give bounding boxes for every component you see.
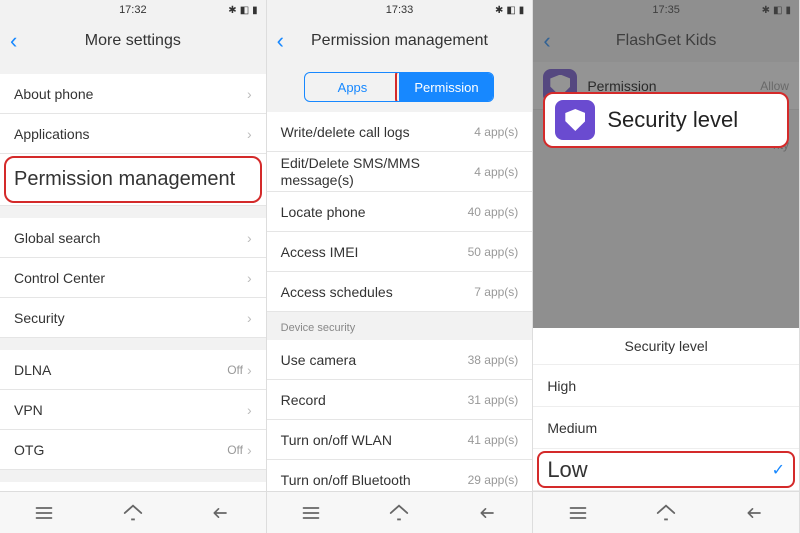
- statusbar: 17:32 ✱ ◧ ▮: [0, 0, 266, 20]
- row-access-schedules[interactable]: Access schedules7 app(s): [267, 272, 533, 312]
- security-level-sheet: Security level High Medium Low✓: [533, 328, 799, 491]
- row-record[interactable]: Record31 app(s): [267, 380, 533, 420]
- chevron-right-icon: ›: [247, 310, 252, 326]
- option-low[interactable]: Low✓: [533, 449, 799, 491]
- statusbar: 17:35 ✱ ◧ ▮: [533, 0, 799, 20]
- menu-icon[interactable]: [299, 501, 323, 525]
- chevron-right-icon: ›: [247, 362, 252, 378]
- bluetooth-icon: ✱: [495, 5, 503, 16]
- nav-bar: [0, 491, 266, 533]
- row-edit-sms[interactable]: Edit/Delete SMS/MMS message(s)4 app(s): [267, 152, 533, 192]
- back-button[interactable]: ‹: [277, 28, 284, 54]
- chevron-right-icon: ›: [247, 442, 252, 458]
- titlebar: ‹ FlashGet Kids: [533, 20, 799, 62]
- page-title: FlashGet Kids: [616, 32, 716, 50]
- content: About phone› Applications› Permission ma…: [0, 62, 266, 491]
- status-icons: ✱ ◧ ▮: [495, 5, 524, 16]
- home-icon[interactable]: [387, 501, 411, 525]
- row-about-phone[interactable]: About phone›: [0, 74, 266, 114]
- screen-flashget-kids: 17:35 ✱ ◧ ▮ ‹ FlashGet Kids Permission A…: [533, 0, 800, 533]
- check-icon: ✓: [772, 460, 785, 480]
- bluetooth-icon: ✱: [762, 5, 770, 16]
- option-high[interactable]: High: [533, 365, 799, 407]
- row-global-search[interactable]: Global search›: [0, 218, 266, 258]
- chevron-right-icon: ›: [247, 270, 252, 286]
- row-dlna[interactable]: DLNAOff›: [0, 350, 266, 390]
- row-use-camera[interactable]: Use camera38 app(s): [267, 340, 533, 380]
- back-icon[interactable]: [743, 501, 767, 525]
- back-button[interactable]: ‹: [10, 28, 17, 54]
- row-security[interactable]: Security›: [0, 298, 266, 338]
- nav-bar: [533, 491, 799, 533]
- row-write-call-logs[interactable]: Write/delete call logs4 app(s): [267, 112, 533, 152]
- screen-more-settings: 17:32 ✱ ◧ ▮ ‹ More settings About phone›…: [0, 0, 267, 533]
- menu-icon[interactable]: [566, 501, 590, 525]
- bluetooth-icon: ✱: [228, 5, 236, 16]
- titlebar: ‹ More settings: [0, 20, 266, 62]
- chevron-right-icon: ›: [247, 230, 252, 246]
- status-time: 17:33: [386, 4, 414, 16]
- wifi-icon: ◧: [773, 5, 782, 16]
- chevron-right-icon: ›: [247, 126, 252, 142]
- row-auto-lock[interactable]: Auto-lock30 minutes›: [0, 482, 266, 491]
- menu-icon[interactable]: [32, 501, 56, 525]
- row-control-center[interactable]: Control Center›: [0, 258, 266, 298]
- content: Write/delete call logs4 app(s) Edit/Dele…: [267, 112, 533, 491]
- battery-icon: ▮: [785, 5, 791, 16]
- wifi-icon: ◧: [240, 5, 249, 16]
- status-time: 17:35: [652, 4, 680, 16]
- seg-permission[interactable]: Permission: [399, 73, 493, 101]
- back-button[interactable]: ‹: [543, 28, 550, 54]
- wifi-icon: ◧: [506, 5, 515, 16]
- row-otg[interactable]: OTGOff›: [0, 430, 266, 470]
- page-title: Permission management: [311, 32, 488, 50]
- row-locate-phone[interactable]: Locate phone40 app(s): [267, 192, 533, 232]
- status-icons: ✱ ◧ ▮: [762, 5, 791, 16]
- seg-apps[interactable]: Apps: [305, 73, 399, 101]
- row-applications[interactable]: Applications›: [0, 114, 266, 154]
- row-permission-management[interactable]: Permission management: [0, 154, 266, 206]
- status-icons: ✱ ◧ ▮: [228, 5, 257, 16]
- sheet-title: Security level: [533, 328, 799, 365]
- chevron-right-icon: ›: [247, 86, 252, 102]
- row-access-imei[interactable]: Access IMEI50 app(s): [267, 232, 533, 272]
- statusbar: 17:33 ✱ ◧ ▮: [267, 0, 533, 20]
- nav-bar: [267, 491, 533, 533]
- chevron-right-icon: ›: [247, 402, 252, 418]
- option-medium[interactable]: Medium: [533, 407, 799, 449]
- row-vpn[interactable]: VPN›: [0, 390, 266, 430]
- back-icon[interactable]: [209, 501, 233, 525]
- titlebar: ‹ Permission management: [267, 20, 533, 62]
- section-device-security: Device security: [267, 312, 533, 340]
- status-time: 17:32: [119, 4, 147, 16]
- segmented-control: Apps Permission: [304, 72, 494, 102]
- battery-icon: ▮: [252, 5, 258, 16]
- page-title: More settings: [85, 32, 181, 50]
- home-icon[interactable]: [121, 501, 145, 525]
- security-level-banner[interactable]: Security level: [543, 92, 789, 148]
- row-turn-bluetooth[interactable]: Turn on/off Bluetooth29 app(s): [267, 460, 533, 491]
- battery-icon: ▮: [519, 5, 525, 16]
- screen-permission-management: 17:33 ✱ ◧ ▮ ‹ Permission management Apps…: [267, 0, 534, 533]
- row-turn-wlan[interactable]: Turn on/off WLAN41 app(s): [267, 420, 533, 460]
- app-icon: [555, 100, 595, 140]
- home-icon[interactable]: [654, 501, 678, 525]
- back-icon[interactable]: [476, 501, 500, 525]
